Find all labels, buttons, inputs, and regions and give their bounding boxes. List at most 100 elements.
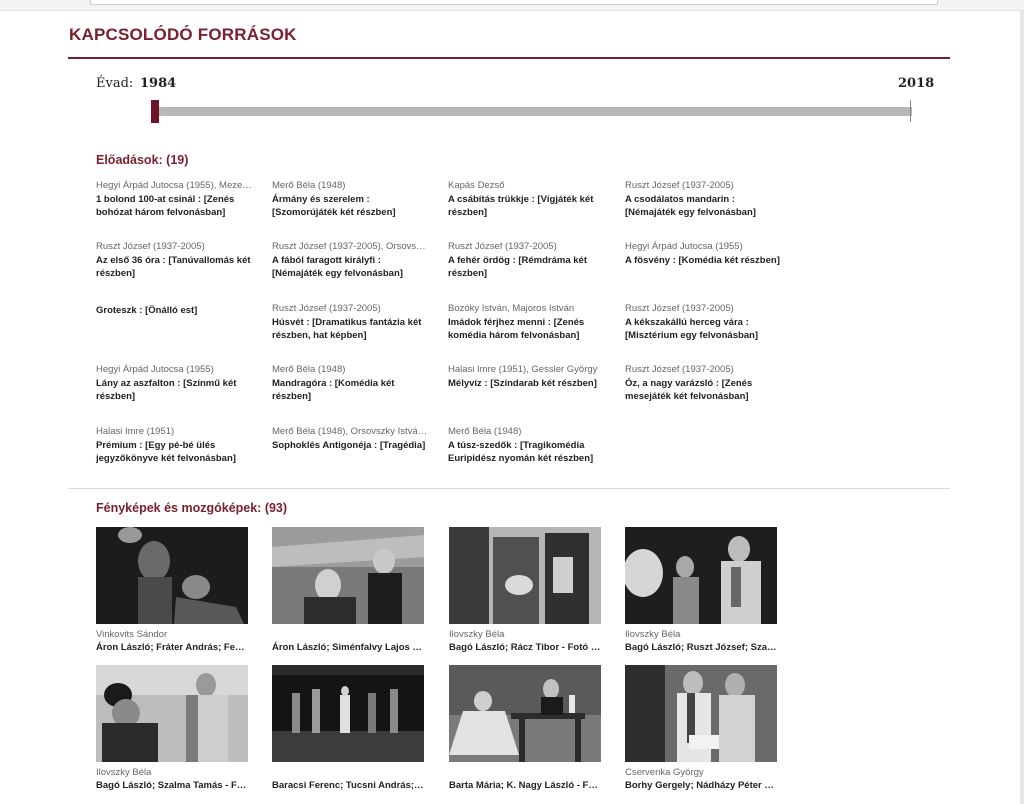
performance-title[interactable]: A fösvény : [Komédia két részben] [625, 254, 785, 267]
season-slider-track[interactable] [152, 107, 912, 116]
photo-author [272, 629, 426, 641]
photo-author: Ilovszky Béla [625, 629, 681, 640]
photo-card[interactable]: Áron László; Siménfalvy Lajos - … [272, 527, 426, 654]
season-start-year: 1984 [140, 76, 177, 91]
performance-author: Ruszt József (1937-2005), Orsovs… [272, 241, 426, 252]
performance-item[interactable]: Groteszk : [Önálló est] [96, 303, 256, 317]
photo-author: Ilovszky Béla [96, 767, 152, 778]
performance-title[interactable]: A túsz-szedők : [Tragikomédia Euripidész… [448, 439, 608, 465]
section-divider [68, 488, 950, 489]
performance-author: Ruszt József (1937-2005) [625, 364, 734, 375]
photo-thumbnail[interactable] [449, 665, 601, 762]
photo-author [449, 767, 603, 779]
performance-title[interactable]: A kékszakállú herceg vára : [Misztérium … [625, 316, 785, 342]
performance-author: Hegyi Árpád Jutocsa (1955) [625, 241, 743, 252]
photo-thumbnail[interactable] [272, 527, 424, 624]
performance-author: Merő Béla (1948) [272, 364, 346, 375]
photo-card[interactable]: Vinkovits Sándor Áron László; Fráter And… [96, 527, 250, 654]
season-label: Évad: [96, 76, 134, 91]
performance-title[interactable]: Sophoklés Antigonéja : [Tragédia] [272, 439, 432, 452]
scrollbar[interactable] [1020, 11, 1024, 804]
performance-item[interactable]: Hegyi Árpád Jutocsa (1955) A fösvény : [… [625, 241, 785, 267]
photo-card[interactable]: Barta Mária; K. Nagy László - Fo… [449, 665, 603, 792]
performance-item[interactable]: Kapás Dezső A csábítás trükkje : [Vígját… [448, 180, 608, 219]
performance-item[interactable]: Ruszt József (1937-2005) A kékszakállú h… [625, 303, 785, 342]
performance-title[interactable]: A csodálatos mandarin : [Némajáték egy f… [625, 193, 785, 219]
performance-author: Merő Béla (1948) [272, 180, 346, 191]
performance-item[interactable]: Merő Béla (1948) Ármány és szerelem : [S… [272, 180, 432, 219]
photo-caption[interactable]: Áron László; Fráter András; Fek… [96, 641, 248, 654]
photos-heading: Fényképek és mozgóképek: (93) [96, 501, 288, 515]
photo-caption[interactable]: Bagó László; Ruszt József; Szal… [625, 641, 777, 654]
performance-item[interactable]: Halasi Imre (1951) Prémium : [Egy pé-bé … [96, 426, 256, 465]
performances-heading: Előadások: (19) [96, 153, 189, 167]
photo-caption[interactable]: Barta Mária; K. Nagy László - Fo… [449, 779, 601, 792]
top-bar [0, 0, 1024, 11]
performance-item[interactable]: Bozóky István, Majoros István Imádok fér… [448, 303, 608, 342]
performance-item[interactable]: Halasi Imre (1951), Gessler György Mélyv… [448, 364, 608, 390]
performance-author: Ruszt József (1937-2005) [625, 180, 734, 191]
performance-author: Merő Béla (1948), Orsovszky Istvá… [272, 426, 428, 437]
season-slider-handle[interactable] [151, 100, 159, 123]
photo-author: Ilovszky Béla [449, 629, 505, 640]
photo-thumbnail[interactable] [625, 665, 777, 762]
photo-author: Vinkovits Sándor [96, 629, 168, 640]
performance-title[interactable]: Ármány és szerelem : [Szomorújáték két r… [272, 193, 432, 219]
photo-caption[interactable]: Áron László; Siménfalvy Lajos - … [272, 641, 424, 654]
photo-thumbnail[interactable] [96, 665, 248, 762]
performance-title[interactable]: Az első 36 óra : [Tanúvallomás két részb… [96, 254, 256, 280]
performance-item[interactable]: Hegyi Árpád Jutocsa (1955) Lány az aszfa… [96, 364, 256, 403]
performance-author: Ruszt József (1937-2005) [96, 241, 205, 252]
performance-author: Hegyi Árpád Jutocsa (1955), Meze… [96, 180, 252, 191]
performance-item[interactable]: Ruszt József (1937-2005) Húsvét : [Drama… [272, 303, 432, 342]
performance-title[interactable]: 1 bolond 100-at csinál : [Zenés bohózat … [96, 193, 256, 219]
photo-card[interactable]: Baracsi Ferenc; Tucsni András; … [272, 665, 426, 792]
performance-title[interactable]: A csábítás trükkje : [Vígjáték két részb… [448, 193, 608, 219]
photo-thumbnail[interactable] [625, 527, 777, 624]
photo-card[interactable]: Ilovszky Béla Bagó László; Ruszt József;… [625, 527, 779, 654]
performance-item[interactable]: Merő Béla (1948) Mandragóra : [Komédia k… [272, 364, 432, 403]
performance-title[interactable]: A fehér ördög : [Rémdráma két részben] [448, 254, 608, 280]
photo-card[interactable]: Cservenka György Borhy Gergely; Nádházy … [625, 665, 779, 792]
performance-title[interactable]: Mélyvíz : [Színdarab két részben] [448, 377, 608, 390]
performance-item[interactable]: Ruszt József (1937-2005) Az első 36 óra … [96, 241, 256, 280]
season-slider-end-marker [910, 100, 911, 122]
performance-item[interactable]: Ruszt József (1937-2005) A csodálatos ma… [625, 180, 785, 219]
photo-thumbnail[interactable] [272, 665, 424, 762]
photo-thumbnail[interactable] [449, 527, 601, 624]
performance-author: Halasi Imre (1951) [96, 426, 175, 437]
photo-caption[interactable]: Bagó László; Rácz Tibor - Fotó :… [449, 641, 601, 654]
performance-author: Merő Béla (1948) [448, 426, 522, 437]
photo-thumbnail[interactable] [96, 527, 248, 624]
performance-author: Kapás Dezső [448, 180, 505, 191]
performance-title[interactable]: Groteszk : [Önálló est] [96, 304, 256, 317]
performance-author: Bozóky István, Majoros István [448, 303, 575, 314]
season-end-year: 2018 [898, 76, 935, 91]
search-input[interactable] [90, 0, 938, 5]
performance-item[interactable]: Ruszt József (1937-2005), Orsovs… A fábó… [272, 241, 432, 280]
performance-author: Ruszt József (1937-2005) [272, 303, 381, 314]
performance-author: Halasi Imre (1951), Gessler György [448, 364, 598, 375]
performance-title[interactable]: Prémium : [Egy pé-bé ülés jegyzőkönyve k… [96, 439, 256, 465]
photo-author: Cservenka György [625, 767, 704, 778]
performance-item[interactable]: Ruszt József (1937-2005) A fehér ördög :… [448, 241, 608, 280]
performance-title[interactable]: Lány az aszfalton : [Színmű két részben] [96, 377, 256, 403]
performance-title[interactable]: A fából faragott királyfi : [Némajáték e… [272, 254, 432, 280]
performance-item[interactable]: Hegyi Árpád Jutocsa (1955), Meze… 1 bolo… [96, 180, 256, 219]
photo-caption[interactable]: Baracsi Ferenc; Tucsni András; … [272, 779, 424, 792]
performance-item[interactable]: Merő Béla (1948) A túsz-szedők : [Tragik… [448, 426, 608, 465]
photo-caption[interactable]: Borhy Gergely; Nádházy Péter - … [625, 779, 777, 792]
photo-card[interactable]: Ilovszky Béla Bagó László; Rácz Tibor - … [449, 527, 603, 654]
performance-author: Ruszt József (1937-2005) [625, 303, 734, 314]
performance-title[interactable]: Mandragóra : [Komédia két részben] [272, 377, 432, 403]
performance-title[interactable]: Húsvét : [Dramatikus fantázia két részbe… [272, 316, 432, 342]
performance-author: Ruszt József (1937-2005) [448, 241, 557, 252]
performance-title[interactable]: Óz, a nagy varázsló : [Zenés mesejáték k… [625, 377, 785, 403]
photo-card[interactable]: Ilovszky Béla Bagó László; Szalma Tamás … [96, 665, 250, 792]
performance-title[interactable]: Imádok férjhez menni : [Zenés komédia há… [448, 316, 608, 342]
performance-item[interactable]: Merő Béla (1948), Orsovszky Istvá… Sopho… [272, 426, 432, 452]
photo-caption[interactable]: Bagó László; Szalma Tamás - Fo… [96, 779, 248, 792]
performance-item[interactable]: Ruszt József (1937-2005) Óz, a nagy vará… [625, 364, 785, 403]
performance-author: Hegyi Árpád Jutocsa (1955) [96, 364, 214, 375]
section-title: KAPCSOLÓDÓ FORRÁSOK [69, 25, 297, 44]
